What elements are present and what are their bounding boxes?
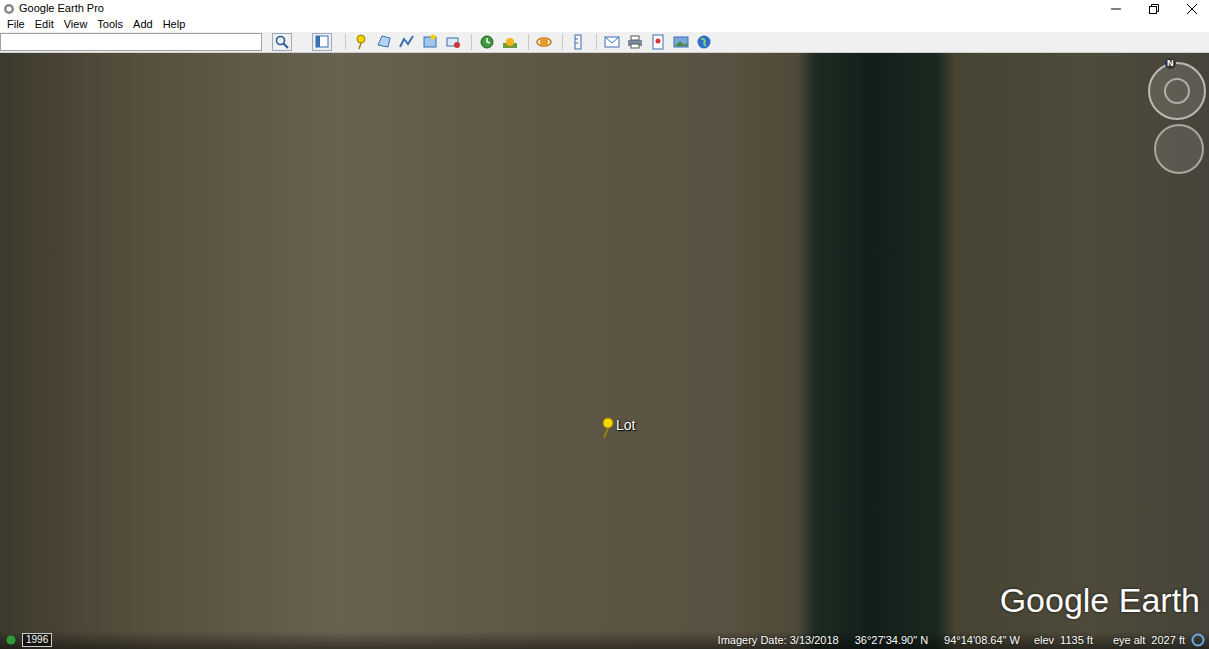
minimize-icon <box>1111 4 1121 14</box>
sidebar-icon <box>313 33 331 51</box>
print-icon <box>626 33 644 51</box>
planet-icon <box>535 33 553 51</box>
sidebar-button[interactable] <box>312 33 332 51</box>
navigation-controls[interactable]: N <box>1147 57 1207 177</box>
toolbar-separator <box>562 34 563 50</box>
email-icon <box>603 33 621 51</box>
menu-bar: FileEditViewToolsAddHelp <box>0 17 1209 32</box>
pushpin-icon <box>600 417 614 439</box>
close-icon <box>1187 4 1197 14</box>
google-earth-icon <box>3 3 15 15</box>
eye-alt-label: eye alt <box>1113 634 1145 646</box>
pin-icon <box>352 33 370 51</box>
map-view[interactable]: Lot N Google Earth 1996 Imagery Date: 3/13/2… <box>0 53 1209 649</box>
restore-icon <box>1149 4 1159 14</box>
history-icon <box>478 33 496 51</box>
search-input[interactable] <box>0 33 262 51</box>
overlay-button[interactable] <box>420 33 440 51</box>
earth-button[interactable] <box>694 33 714 51</box>
pin-button[interactable] <box>351 33 371 51</box>
compass-north: N <box>1165 58 1176 69</box>
elevation: 1135 ft <box>1060 634 1093 646</box>
latitude: 36°27'34.90" N <box>855 634 928 646</box>
toolbar-separator <box>596 34 597 50</box>
menu-item[interactable]: View <box>59 17 93 32</box>
sun-button[interactable] <box>500 33 520 51</box>
tour-icon <box>444 33 462 51</box>
history-button[interactable] <box>477 33 497 51</box>
window-title: Google Earth Pro <box>19 0 1095 17</box>
email-button[interactable] <box>602 33 622 51</box>
path-icon <box>398 33 416 51</box>
sun-icon <box>501 33 519 51</box>
toolbar <box>0 32 1209 53</box>
tour-button[interactable] <box>443 33 463 51</box>
restore-button[interactable] <box>1137 0 1171 17</box>
polygon-icon <box>375 33 393 51</box>
polygon-button[interactable] <box>374 33 394 51</box>
maps-button[interactable] <box>648 33 668 51</box>
toolbar-separator <box>528 34 529 50</box>
app-window: Google Earth ProFileEditViewToolsAddHelp… <box>0 0 1209 649</box>
placemark-label: Lot <box>616 417 635 433</box>
eye-alt: 2027 ft <box>1151 634 1185 646</box>
imagery-year: 1996 <box>22 633 52 647</box>
planet-button[interactable] <box>534 33 554 51</box>
image-icon <box>672 33 690 51</box>
watermark: Google Earth <box>1000 581 1200 619</box>
close-button[interactable] <box>1175 0 1209 17</box>
maps-icon <box>649 33 667 51</box>
ruler-button[interactable] <box>568 33 588 51</box>
streaming-progress-icon <box>1191 633 1205 647</box>
menu-item[interactable]: Edit <box>30 17 59 32</box>
toolbar-separator <box>471 34 472 50</box>
toolbar-separator <box>345 34 346 50</box>
menu-item[interactable]: Help <box>158 17 191 32</box>
imagery-date: Imagery Date: 3/13/2018 <box>718 634 839 646</box>
menu-item[interactable]: Tools <box>92 17 128 32</box>
earth-icon <box>695 33 713 51</box>
placemark[interactable]: Lot <box>600 365 635 439</box>
magnifier-icon <box>275 35 289 49</box>
status-bar: 1996 Imagery Date: 3/13/2018 36°27'34.90" … <box>0 631 1209 649</box>
search-button[interactable] <box>272 33 292 51</box>
path-button[interactable] <box>397 33 417 51</box>
print-button[interactable] <box>625 33 645 51</box>
compass-icon <box>1147 57 1207 177</box>
menu-item[interactable]: Add <box>128 17 158 32</box>
longitude: 94°14'08.64" W <box>944 634 1020 646</box>
title-bar: Google Earth Pro <box>0 0 1209 17</box>
overlay-icon <box>421 33 439 51</box>
menu-item[interactable]: File <box>2 17 30 32</box>
image-button[interactable] <box>671 33 691 51</box>
ruler-icon <box>569 33 587 51</box>
minimize-button[interactable] <box>1099 0 1133 17</box>
streaming-icon <box>6 635 16 645</box>
elevation-label: elev <box>1034 634 1054 646</box>
